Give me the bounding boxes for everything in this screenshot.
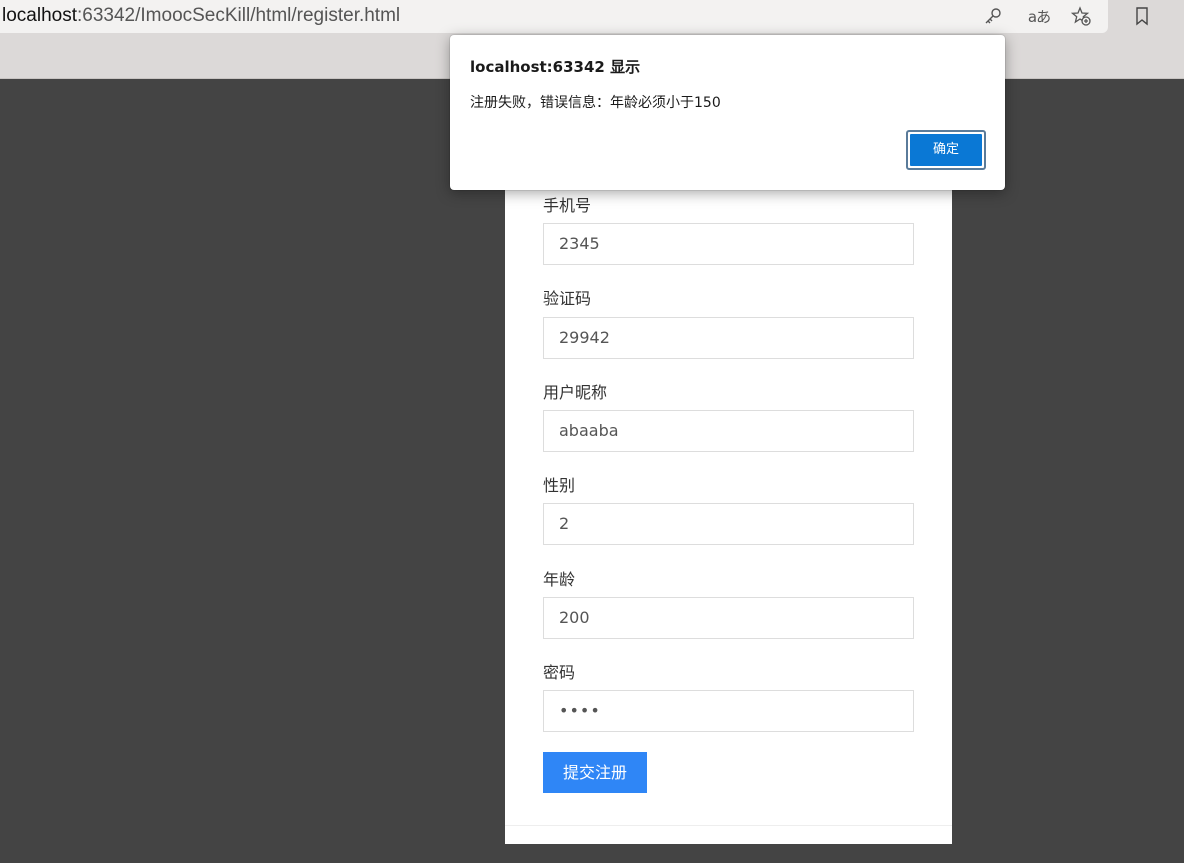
read-aloud-icon[interactable]: aあ	[1026, 5, 1052, 27]
age-input[interactable]: 200	[543, 597, 914, 639]
verify-code-input[interactable]: 29942	[543, 317, 914, 359]
alert-dialog: localhost:63342 显示 注册失败，错误信息：年龄必须小于150 确…	[450, 35, 1005, 190]
dialog-ok-label: 确定	[910, 134, 982, 166]
key-icon[interactable]	[982, 5, 1004, 27]
password-label: 密码	[543, 663, 576, 682]
gender-input[interactable]: 2	[543, 503, 914, 545]
phone-input[interactable]: 2345	[543, 223, 914, 265]
register-card: 手机号 2345 验证码 29942 用户昵称 abaaba 性别 2 年龄 2…	[505, 100, 952, 844]
nickname-input[interactable]: abaaba	[543, 410, 914, 452]
address-bar[interactable]: localhost:63342/ImoocSecKill/html/regist…	[0, 0, 1108, 33]
add-favorite-icon[interactable]	[1070, 5, 1092, 27]
dialog-ok-button[interactable]: 确定	[906, 130, 986, 170]
url-path: :63342/ImoocSecKill/html/register.html	[77, 5, 401, 26]
url-text[interactable]: localhost:63342/ImoocSecKill/html/regist…	[2, 4, 400, 28]
card-divider	[505, 825, 952, 826]
favorites-icon[interactable]	[1131, 5, 1153, 27]
url-host: localhost	[2, 5, 77, 26]
dialog-message: 注册失败，错误信息：年龄必须小于150	[470, 95, 721, 111]
phone-label: 手机号	[543, 196, 592, 215]
submit-register-button[interactable]: 提交注册	[543, 752, 647, 793]
verify-code-label: 验证码	[543, 289, 592, 308]
nickname-label: 用户昵称	[543, 383, 608, 402]
gender-label: 性别	[543, 476, 576, 495]
age-label: 年龄	[543, 570, 576, 589]
password-input[interactable]: ••••	[543, 690, 914, 732]
dialog-title: localhost:63342 显示	[470, 58, 641, 76]
